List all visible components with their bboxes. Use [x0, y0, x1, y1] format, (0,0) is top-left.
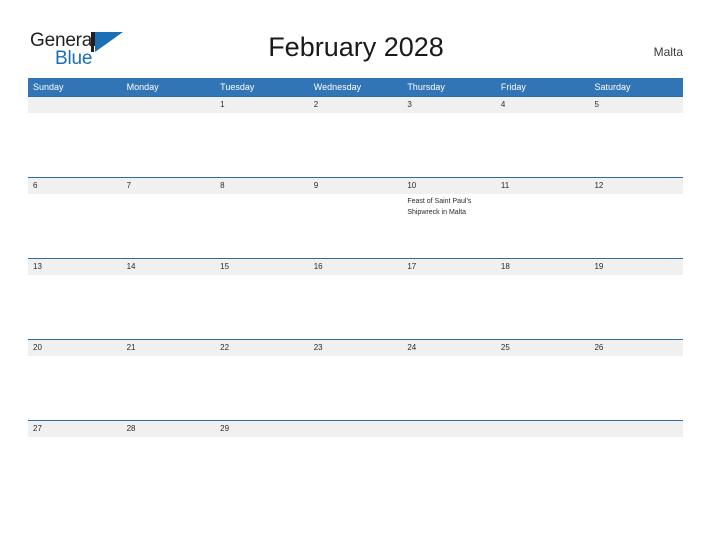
day-number[interactable]: 14 [122, 259, 216, 275]
day-number[interactable] [589, 421, 683, 437]
day-number[interactable] [122, 97, 216, 113]
week-body [28, 113, 683, 177]
week-number-band: 27 28 29 [28, 421, 683, 437]
day-number[interactable] [402, 421, 496, 437]
calendar-page: General Blue February 2028 Malta Sunday … [0, 0, 712, 550]
day-number[interactable]: 2 [309, 97, 403, 113]
day-cell[interactable] [28, 113, 122, 177]
day-number[interactable]: 28 [122, 421, 216, 437]
day-cell[interactable] [309, 113, 403, 177]
week-row: 20 21 22 23 24 25 26 [28, 339, 683, 420]
day-number[interactable]: 5 [589, 97, 683, 113]
day-cell[interactable] [215, 356, 309, 420]
weekday-tuesday: Tuesday [220, 82, 255, 92]
day-cell[interactable] [496, 437, 590, 501]
week-body [28, 437, 683, 501]
day-number[interactable]: 8 [215, 178, 309, 194]
day-number[interactable]: 12 [589, 178, 683, 194]
day-number[interactable]: 21 [122, 340, 216, 356]
day-number[interactable]: 15 [215, 259, 309, 275]
weekday-thursday: Thursday [407, 82, 445, 92]
week-number-band: 13 14 15 16 17 18 19 [28, 259, 683, 275]
day-number[interactable]: 18 [496, 259, 590, 275]
page-title: February 2028 [268, 32, 444, 62]
day-cell[interactable] [28, 275, 122, 339]
day-cell[interactable] [309, 194, 403, 258]
day-number[interactable]: 23 [309, 340, 403, 356]
day-cell[interactable] [589, 194, 683, 258]
day-number[interactable]: 4 [496, 97, 590, 113]
day-number[interactable]: 9 [309, 178, 403, 194]
day-cell[interactable] [28, 356, 122, 420]
day-cell[interactable] [28, 194, 122, 258]
weekday-monday: Monday [126, 82, 159, 92]
day-number[interactable]: 26 [589, 340, 683, 356]
day-number[interactable]: 20 [28, 340, 122, 356]
weekday-wednesday: Wednesday [313, 82, 362, 92]
day-number[interactable]: 25 [496, 340, 590, 356]
day-number[interactable]: 7 [122, 178, 216, 194]
day-cell[interactable] [309, 437, 403, 501]
country-label: Malta [653, 45, 683, 59]
day-number[interactable]: 6 [28, 178, 122, 194]
weekday-header-row: Sunday Monday Tuesday Wednesday Thursday… [28, 78, 683, 96]
day-cell[interactable] [496, 194, 590, 258]
day-number[interactable] [309, 421, 403, 437]
day-cell[interactable] [215, 437, 309, 501]
week-row: 27 28 29 [28, 420, 683, 501]
week-number-band: 6 7 8 9 10 11 12 [28, 178, 683, 194]
day-number[interactable] [28, 97, 122, 113]
day-cell[interactable] [496, 356, 590, 420]
day-number[interactable]: 19 [589, 259, 683, 275]
day-cell[interactable] [589, 437, 683, 501]
weekday-friday: Friday [500, 82, 526, 92]
day-cell[interactable] [309, 275, 403, 339]
day-number[interactable]: 24 [402, 340, 496, 356]
day-cell[interactable] [402, 113, 496, 177]
day-cell[interactable] [122, 437, 216, 501]
day-number[interactable]: 16 [309, 259, 403, 275]
day-cell[interactable] [589, 275, 683, 339]
day-number[interactable]: 13 [28, 259, 122, 275]
week-number-band: 1 2 3 4 5 [28, 97, 683, 113]
day-cell[interactable] [589, 113, 683, 177]
day-event-text: Feast of Saint Paul's Shipwreck in Malta [407, 198, 472, 216]
week-number-band: 20 21 22 23 24 25 26 [28, 340, 683, 356]
day-cell[interactable] [28, 437, 122, 501]
day-cell[interactable] [309, 356, 403, 420]
day-cell[interactable] [589, 356, 683, 420]
day-cell[interactable] [215, 194, 309, 258]
weekday-saturday: Saturday [594, 82, 631, 92]
weekday-sunday: Sunday [33, 82, 64, 92]
week-row: 1 2 3 4 5 [28, 96, 683, 177]
day-cell[interactable] [122, 194, 216, 258]
day-cell[interactable] [122, 113, 216, 177]
day-cell[interactable] [215, 275, 309, 339]
week-row: 6 7 8 9 10 11 12 Feast of Saint Paul's S… [28, 177, 683, 258]
day-number[interactable] [496, 421, 590, 437]
day-cell[interactable] [402, 275, 496, 339]
day-cell[interactable] [122, 356, 216, 420]
day-cell[interactable] [122, 275, 216, 339]
day-cell-holiday[interactable]: Feast of Saint Paul's Shipwreck in Malta [402, 194, 496, 258]
day-cell[interactable] [215, 113, 309, 177]
calendar-grid: Sunday Monday Tuesday Wednesday Thursday… [28, 78, 683, 501]
day-cell[interactable] [402, 437, 496, 501]
day-number[interactable]: 1 [215, 97, 309, 113]
day-cell[interactable] [402, 356, 496, 420]
page-header: General Blue February 2028 Malta [0, 0, 712, 76]
day-number[interactable]: 10 [402, 178, 496, 194]
day-number[interactable]: 29 [215, 421, 309, 437]
week-body [28, 275, 683, 339]
day-number[interactable]: 22 [215, 340, 309, 356]
day-number[interactable]: 3 [402, 97, 496, 113]
day-number[interactable]: 27 [28, 421, 122, 437]
day-cell[interactable] [496, 275, 590, 339]
week-body: Feast of Saint Paul's Shipwreck in Malta [28, 194, 683, 258]
day-cell[interactable] [496, 113, 590, 177]
week-row: 13 14 15 16 17 18 19 [28, 258, 683, 339]
week-body [28, 356, 683, 420]
day-number[interactable]: 17 [402, 259, 496, 275]
day-number[interactable]: 11 [496, 178, 590, 194]
